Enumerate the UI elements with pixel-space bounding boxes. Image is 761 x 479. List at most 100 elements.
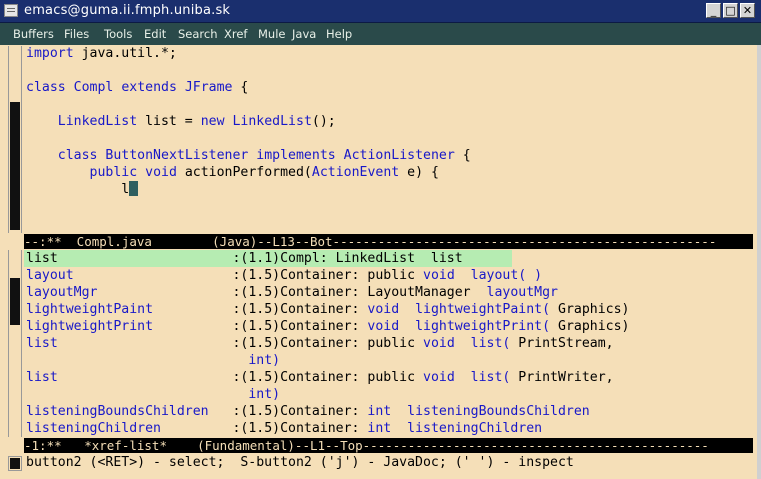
menu-java[interactable]: Java (292, 27, 316, 41)
code-token: Compl (73, 80, 114, 95)
xref-detail: :(1.5)Container: LayoutManager (232, 285, 487, 300)
xref-symbol-name: list (26, 336, 233, 351)
text-cursor (129, 181, 139, 196)
editor-line[interactable]: class ButtonNextListener implements Acti… (26, 147, 471, 164)
title-bar[interactable]: emacs@guma.ii.fmph.uniba.sk _ □ ✕ (0, 0, 761, 23)
menu-tools[interactable]: Tools (104, 27, 132, 41)
editor-line[interactable]: public void actionPerformed(ActionEvent … (26, 164, 439, 181)
menu-mule[interactable]: Mule (258, 27, 285, 41)
xref-row[interactable]: layout :(1.5)Container: public void layo… (26, 267, 542, 284)
xref-detail (399, 302, 415, 317)
xref-detail: :(1.5)Container: (232, 302, 368, 317)
xref-detail: lightweightPrint( (415, 319, 551, 334)
xref-detail: void (423, 268, 455, 283)
xref-detail: Graphics) (550, 302, 630, 317)
menu-help[interactable]: Help (326, 27, 352, 41)
xref-row-continuation[interactable]: int) (26, 352, 280, 369)
xref-symbol-name: list (26, 370, 233, 385)
code-token: new (200, 114, 225, 129)
xref-detail: :(1.5)Container: public (232, 370, 423, 385)
code-token: ActionEvent (311, 165, 400, 180)
minibuffer-scrollbar[interactable] (8, 456, 22, 471)
xref-scrollbar-thumb[interactable] (10, 278, 20, 325)
code-token: implements (256, 148, 336, 163)
xref-row[interactable]: list :(1.5)Container: public void list( … (26, 369, 614, 386)
xref-detail: :(1.5)Container: (232, 319, 368, 334)
code-text: list = (137, 114, 201, 129)
close-button[interactable]: ✕ (740, 3, 755, 18)
editor-scrollbar-thumb[interactable] (10, 102, 20, 230)
menu-edit[interactable]: Edit (144, 27, 166, 41)
xref-detail: lightweightPaint( (415, 302, 551, 317)
menu-files[interactable]: Files (64, 27, 89, 41)
code-token: LinkedList (57, 114, 138, 129)
menu-search[interactable]: Search (178, 27, 218, 41)
xref-symbol-name: layout (26, 268, 233, 283)
xref-detail: :(1.5)Container: (232, 404, 368, 419)
xref-row[interactable]: lightweightPaint :(1.5)Container: void l… (26, 301, 629, 318)
xref-detail: :(1.5)Container: public (232, 336, 423, 351)
code-token: import (26, 46, 74, 61)
xref-symbol-name (26, 353, 232, 368)
frame-edge (757, 45, 761, 479)
code-token: ActionListener (343, 148, 455, 163)
code-text: { (232, 80, 249, 95)
xref-detail: void (367, 319, 400, 334)
xref-row[interactable]: list :(1.5)Container: public void list( … (26, 335, 614, 352)
editor-line[interactable]: LinkedList list = new LinkedList(); (26, 113, 336, 130)
xref-row-continuation[interactable]: int) (26, 386, 280, 403)
xref-symbol-name: layoutMgr (26, 285, 233, 300)
minimize-button[interactable]: _ (706, 3, 721, 18)
xref-detail (391, 421, 407, 436)
xref-detail (391, 404, 407, 419)
xref-row[interactable]: listeningChildren :(1.5)Container: int l… (26, 420, 542, 437)
code-text: e) { (399, 165, 439, 180)
xref-detail: list( (470, 336, 511, 351)
xref-detail: void (423, 336, 455, 351)
code-token: extends (121, 80, 177, 95)
maximize-button[interactable]: □ (723, 3, 738, 18)
xref-symbol-name: list (26, 251, 233, 266)
menu-xref[interactable]: Xref (224, 27, 247, 41)
editor-line[interactable]: import java.util.*; (26, 45, 177, 62)
xref-row[interactable]: lightweightPrint :(1.5)Container: void l… (26, 318, 629, 335)
menu-buffers[interactable]: Buffers (13, 27, 54, 41)
xref-detail: PrintWriter, (510, 370, 614, 385)
xref-detail: listeningChildren (407, 421, 543, 436)
editor-line[interactable]: class Compl extends JFrame { (26, 79, 248, 96)
minibuffer-scrollbar-thumb[interactable] (10, 458, 20, 469)
code-text: actionPerformed( (176, 165, 312, 180)
xref-detail (455, 336, 471, 351)
editor-modeline: --:** Compl.java (Java)--L13--Bot-------… (24, 234, 753, 249)
xref-detail: layoutMgr (486, 285, 558, 300)
xref-detail: int) (232, 353, 281, 368)
xref-row[interactable]: list :(1.1)Compl: LinkedList list (26, 250, 463, 267)
xref-row[interactable]: layoutMgr :(1.5)Container: LayoutManager… (26, 284, 558, 301)
xref-symbol-name: lightweightPrint (26, 319, 233, 334)
editor-line[interactable]: l (26, 181, 139, 198)
minibuffer-echo: button2 (<RET>) - select; S-button2 ('j'… (26, 455, 574, 470)
xref-detail: int) (232, 387, 281, 402)
xref-scrollbar[interactable] (8, 250, 22, 437)
xref-row[interactable]: listeningBoundsChildren :(1.5)Container:… (26, 403, 590, 420)
editor-scrollbar[interactable] (8, 46, 22, 233)
xref-detail: :(1.1)Compl: LinkedList list (232, 251, 463, 266)
code-text: (); (311, 114, 336, 129)
window-menu-icon[interactable] (4, 4, 18, 17)
xref-modeline: -1:** *xref-list* (Fundamental)--L1--Top… (24, 438, 753, 453)
xref-detail: layout( ) (454, 268, 543, 283)
xref-detail: void (367, 302, 400, 317)
code-token: public (89, 165, 138, 180)
xref-detail: PrintStream, (510, 336, 614, 351)
xref-detail: int (367, 421, 392, 436)
code-text: l (26, 182, 130, 197)
xref-detail: void (423, 370, 455, 385)
xref-symbol-name (26, 387, 232, 402)
xref-symbol-name: listeningBoundsChildren (26, 404, 233, 419)
